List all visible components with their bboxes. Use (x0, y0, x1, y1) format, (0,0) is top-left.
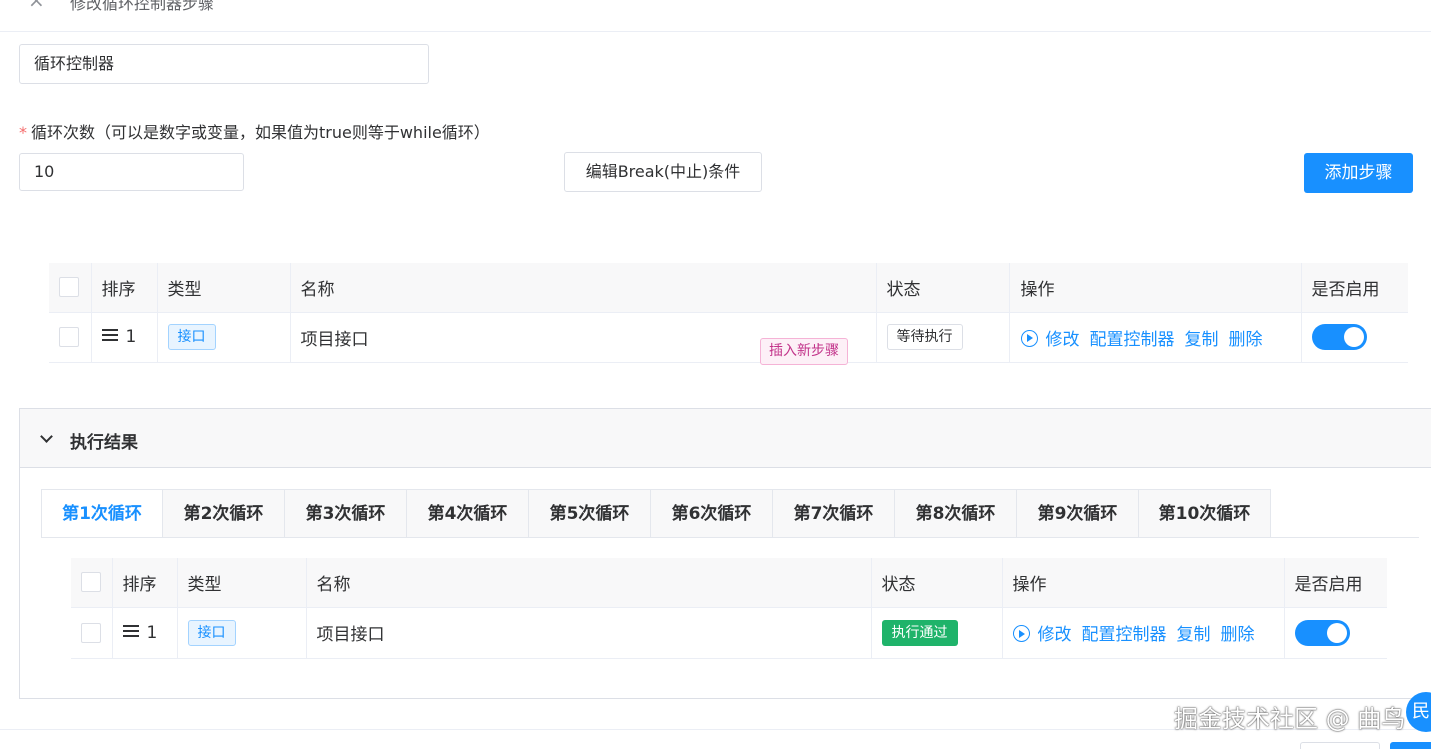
result-steps-table: 排序 类型 名称 状态 操作 是否启用 1 接口 项目接口 执行通过 修改 配置控… (71, 558, 1387, 659)
enabled-toggle[interactable] (1311, 324, 1367, 350)
tab-loop-9[interactable]: 第9次循环 (1017, 489, 1139, 538)
cancel-button[interactable] (1300, 742, 1380, 749)
column-header-actions: 操作 (1002, 558, 1285, 608)
confirm-button[interactable] (1390, 742, 1431, 749)
steps-table: 排序 类型 名称 状态 操作 是否启用 1 接口 项目接口 等待执行 修改 配置控… (49, 263, 1408, 363)
type-tag: 接口 (187, 619, 236, 646)
table-row: 1 接口 项目接口 执行通过 修改 配置控制器 复制 删除 (71, 607, 1387, 659)
drag-handle-icon[interactable] (122, 624, 139, 637)
edit-link[interactable]: 修改 (1038, 625, 1072, 645)
close-icon[interactable]: × (28, 0, 45, 12)
row-checkbox[interactable] (59, 327, 79, 347)
tab-loop-4[interactable]: 第4次循环 (407, 489, 529, 538)
delete-link[interactable]: 删除 (1229, 330, 1263, 350)
row-status-cell: 执行通过 (871, 607, 1003, 659)
select-all-checkbox[interactable] (59, 277, 79, 298)
header-select-all[interactable] (71, 558, 113, 608)
column-header-type: 类型 (157, 263, 291, 313)
enabled-toggle[interactable] (1294, 619, 1350, 646)
tab-loop-5[interactable]: 第5次循环 (529, 489, 651, 538)
column-header-order: 排序 (91, 263, 158, 313)
configure-controller-link[interactable]: 配置控制器 (1082, 625, 1167, 645)
row-order: 1 (146, 622, 158, 643)
dialog-header: × 修改循环控制器步骤 (0, 0, 1431, 32)
status-badge: 执行通过 (881, 619, 958, 646)
tab-loop-7[interactable]: 第7次循环 (773, 489, 895, 538)
table-header-row: 排序 类型 名称 状态 操作 是否启用 (49, 263, 1408, 313)
tabs-divider (41, 537, 1419, 538)
row-enabled-cell (1284, 607, 1387, 659)
row-actions: 修改 配置控制器 复制 删除 (1009, 312, 1302, 363)
watermark: 掘金技术社区 @ 曲鸟 (1174, 705, 1406, 733)
required-mark: * (19, 123, 27, 142)
row-order-cell[interactable]: 1 (91, 312, 158, 363)
type-tag: 接口 (167, 324, 216, 350)
play-icon[interactable] (1012, 625, 1030, 642)
copy-link[interactable]: 复制 (1177, 625, 1211, 645)
table-row: 1 接口 项目接口 等待执行 修改 配置控制器 复制 删除 (49, 312, 1408, 363)
loop-count-input[interactable]: 10 (19, 153, 244, 191)
header-select-all[interactable] (49, 263, 92, 313)
insert-step-tag[interactable]: 插入新步骤 (760, 338, 848, 365)
edit-break-condition-button[interactable]: 编辑Break(中止)条件 (564, 152, 762, 192)
column-header-name: 名称 (306, 558, 872, 608)
row-actions: 修改 配置控制器 复制 删除 (1002, 607, 1285, 659)
column-header-actions: 操作 (1009, 263, 1302, 313)
row-type-cell: 接口 (157, 312, 291, 363)
status-badge: 等待执行 (886, 324, 963, 350)
tab-loop-6[interactable]: 第6次循环 (651, 489, 773, 538)
loop-count-label: * 循环次数（可以是数字或变量，如果值为true则等于while循环） (19, 119, 490, 143)
column-header-type: 类型 (177, 558, 307, 608)
chevron-down-icon[interactable] (40, 430, 53, 443)
column-header-name: 名称 (290, 263, 877, 313)
dialog-title: 修改循环控制器步骤 (70, 0, 215, 13)
column-header-order: 排序 (112, 558, 178, 608)
delete-link[interactable]: 删除 (1221, 625, 1255, 645)
result-panel-title: 执行结果 (70, 433, 138, 453)
result-panel-header[interactable]: 执行结果 (20, 409, 1431, 468)
loop-count-label-text: 循环次数（可以是数字或变量，如果值为true则等于while循环） (31, 123, 490, 142)
tab-loop-1[interactable]: 第1次循环 (41, 489, 163, 538)
play-icon[interactable] (1020, 329, 1038, 347)
column-header-status: 状态 (876, 263, 1010, 313)
tab-loop-2[interactable]: 第2次循环 (163, 489, 285, 538)
row-enabled-cell (1301, 312, 1408, 363)
row-select-cell (49, 312, 92, 363)
column-header-enabled: 是否启用 (1301, 263, 1408, 313)
configure-controller-link[interactable]: 配置控制器 (1090, 330, 1175, 350)
row-name: 项目接口 (306, 607, 872, 659)
copy-link[interactable]: 复制 (1185, 330, 1219, 350)
tab-loop-3[interactable]: 第3次循环 (285, 489, 407, 538)
row-type-cell: 接口 (177, 607, 307, 659)
row-select-cell (71, 607, 113, 659)
step-name-input[interactable]: 循环控制器 (19, 44, 429, 84)
select-all-checkbox[interactable] (81, 572, 101, 593)
row-checkbox[interactable] (81, 622, 101, 643)
tab-loop-10[interactable]: 第10次循环 (1139, 489, 1271, 538)
row-order-cell[interactable]: 1 (112, 607, 178, 659)
edit-link[interactable]: 修改 (1046, 330, 1080, 350)
execution-result-panel: 执行结果 第1次循环 第2次循环 第3次循环 第4次循环 第5次循环 第6次循环… (19, 408, 1431, 699)
column-header-enabled: 是否启用 (1284, 558, 1387, 608)
loop-tabs: 第1次循环 第2次循环 第3次循环 第4次循环 第5次循环 第6次循环 第7次循… (41, 489, 1271, 538)
row-status-cell: 等待执行 (876, 312, 1010, 363)
add-step-button[interactable]: 添加步骤 (1304, 153, 1413, 193)
column-header-status: 状态 (871, 558, 1003, 608)
tab-loop-8[interactable]: 第8次循环 (895, 489, 1017, 538)
drag-handle-icon[interactable] (101, 329, 118, 341)
table-header-row: 排序 类型 名称 状态 操作 是否启用 (71, 558, 1387, 608)
row-order: 1 (125, 327, 137, 347)
